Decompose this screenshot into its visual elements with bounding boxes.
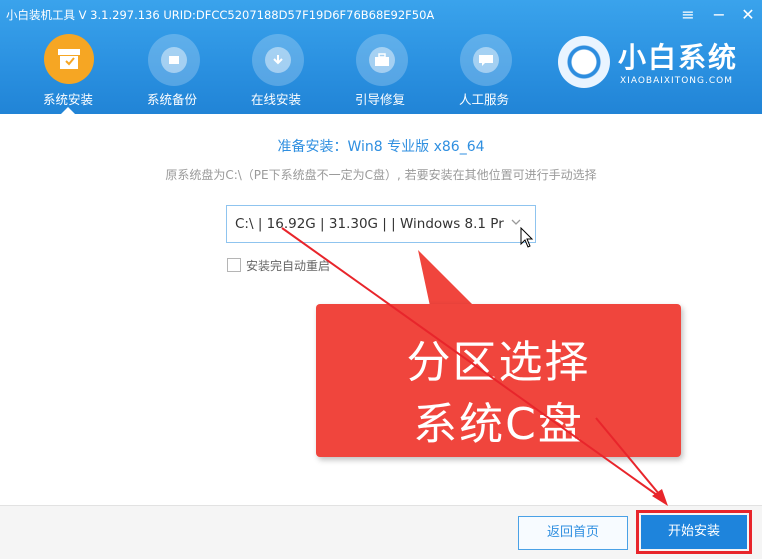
auto-restart-label: 安装完自动重启 <box>246 258 331 273</box>
nav-item-online-install[interactable]: 在线安装 <box>230 34 334 110</box>
main-nav: 系统安装 系统备份 在线安装 引导修复 人工服务 <box>22 34 542 114</box>
brand-sub: XIAOBAIXITONG.COM <box>620 76 733 86</box>
callout-line2: 系统C盘 <box>413 399 584 450</box>
nav-item-system-install[interactable]: 系统安装 <box>22 34 126 114</box>
auto-restart-option[interactable]: 安装完自动重启 <box>227 256 330 274</box>
window-title: 小白装机工具 V 3.1.297.136 URID:DFCC5207188D57… <box>6 8 435 22</box>
back-home-button[interactable]: 返回首页 <box>518 516 628 550</box>
backup-icon <box>148 34 200 86</box>
header-bar: 小白装机工具 V 3.1.297.136 URID:DFCC5207188D57… <box>0 0 762 114</box>
auto-restart-checkbox[interactable] <box>227 258 241 272</box>
nav-label: 系统备份 <box>146 92 197 107</box>
nav-item-boot-repair[interactable]: 引导修复 <box>334 34 438 110</box>
nav-label: 在线安装 <box>250 92 301 107</box>
partition-select[interactable]: C:\ | 16.92G | 31.30G | | Windows 8.1 Pr <box>226 205 536 243</box>
brand-logo-icon <box>558 36 610 88</box>
nav-item-human-service[interactable]: 人工服务 <box>438 34 542 110</box>
install-title: 准备安装：Win8 专业版 x86_64 <box>277 139 485 155</box>
close-icon[interactable]: ✕ <box>738 6 758 24</box>
nav-label: 引导修复 <box>354 92 405 107</box>
nav-label: 人工服务 <box>458 92 509 107</box>
mouse-cursor-icon <box>520 227 534 248</box>
brand-name: 小白系统 <box>618 41 739 74</box>
chat-icon <box>460 34 512 86</box>
start-install-button[interactable]: 开始安装 <box>641 515 747 549</box>
callout-line1: 分区选择 <box>406 337 591 388</box>
toolbox-icon <box>356 34 408 86</box>
nav-label: 系统安装 <box>42 92 93 107</box>
annotation-callout: 分区选择 系统C盘 <box>316 304 681 457</box>
nav-item-system-backup[interactable]: 系统备份 <box>126 34 230 110</box>
minimize-icon[interactable]: − <box>709 6 729 24</box>
download-icon <box>252 34 304 86</box>
install-box-icon <box>44 34 94 84</box>
menu-icon[interactable]: ≡ <box>678 6 698 24</box>
partition-value: C:\ | 16.92G | 31.30G | | Windows 8.1 Pr <box>235 216 504 232</box>
install-subtitle: 原系统盘为C:\（PE下系统盘不一定为C盘）, 若要安装在其他位置可进行手动选择 <box>165 168 597 182</box>
arrow-head-icon <box>652 489 668 506</box>
brand: 小白系统 XIAOBAIXITONG.COM <box>558 34 738 96</box>
